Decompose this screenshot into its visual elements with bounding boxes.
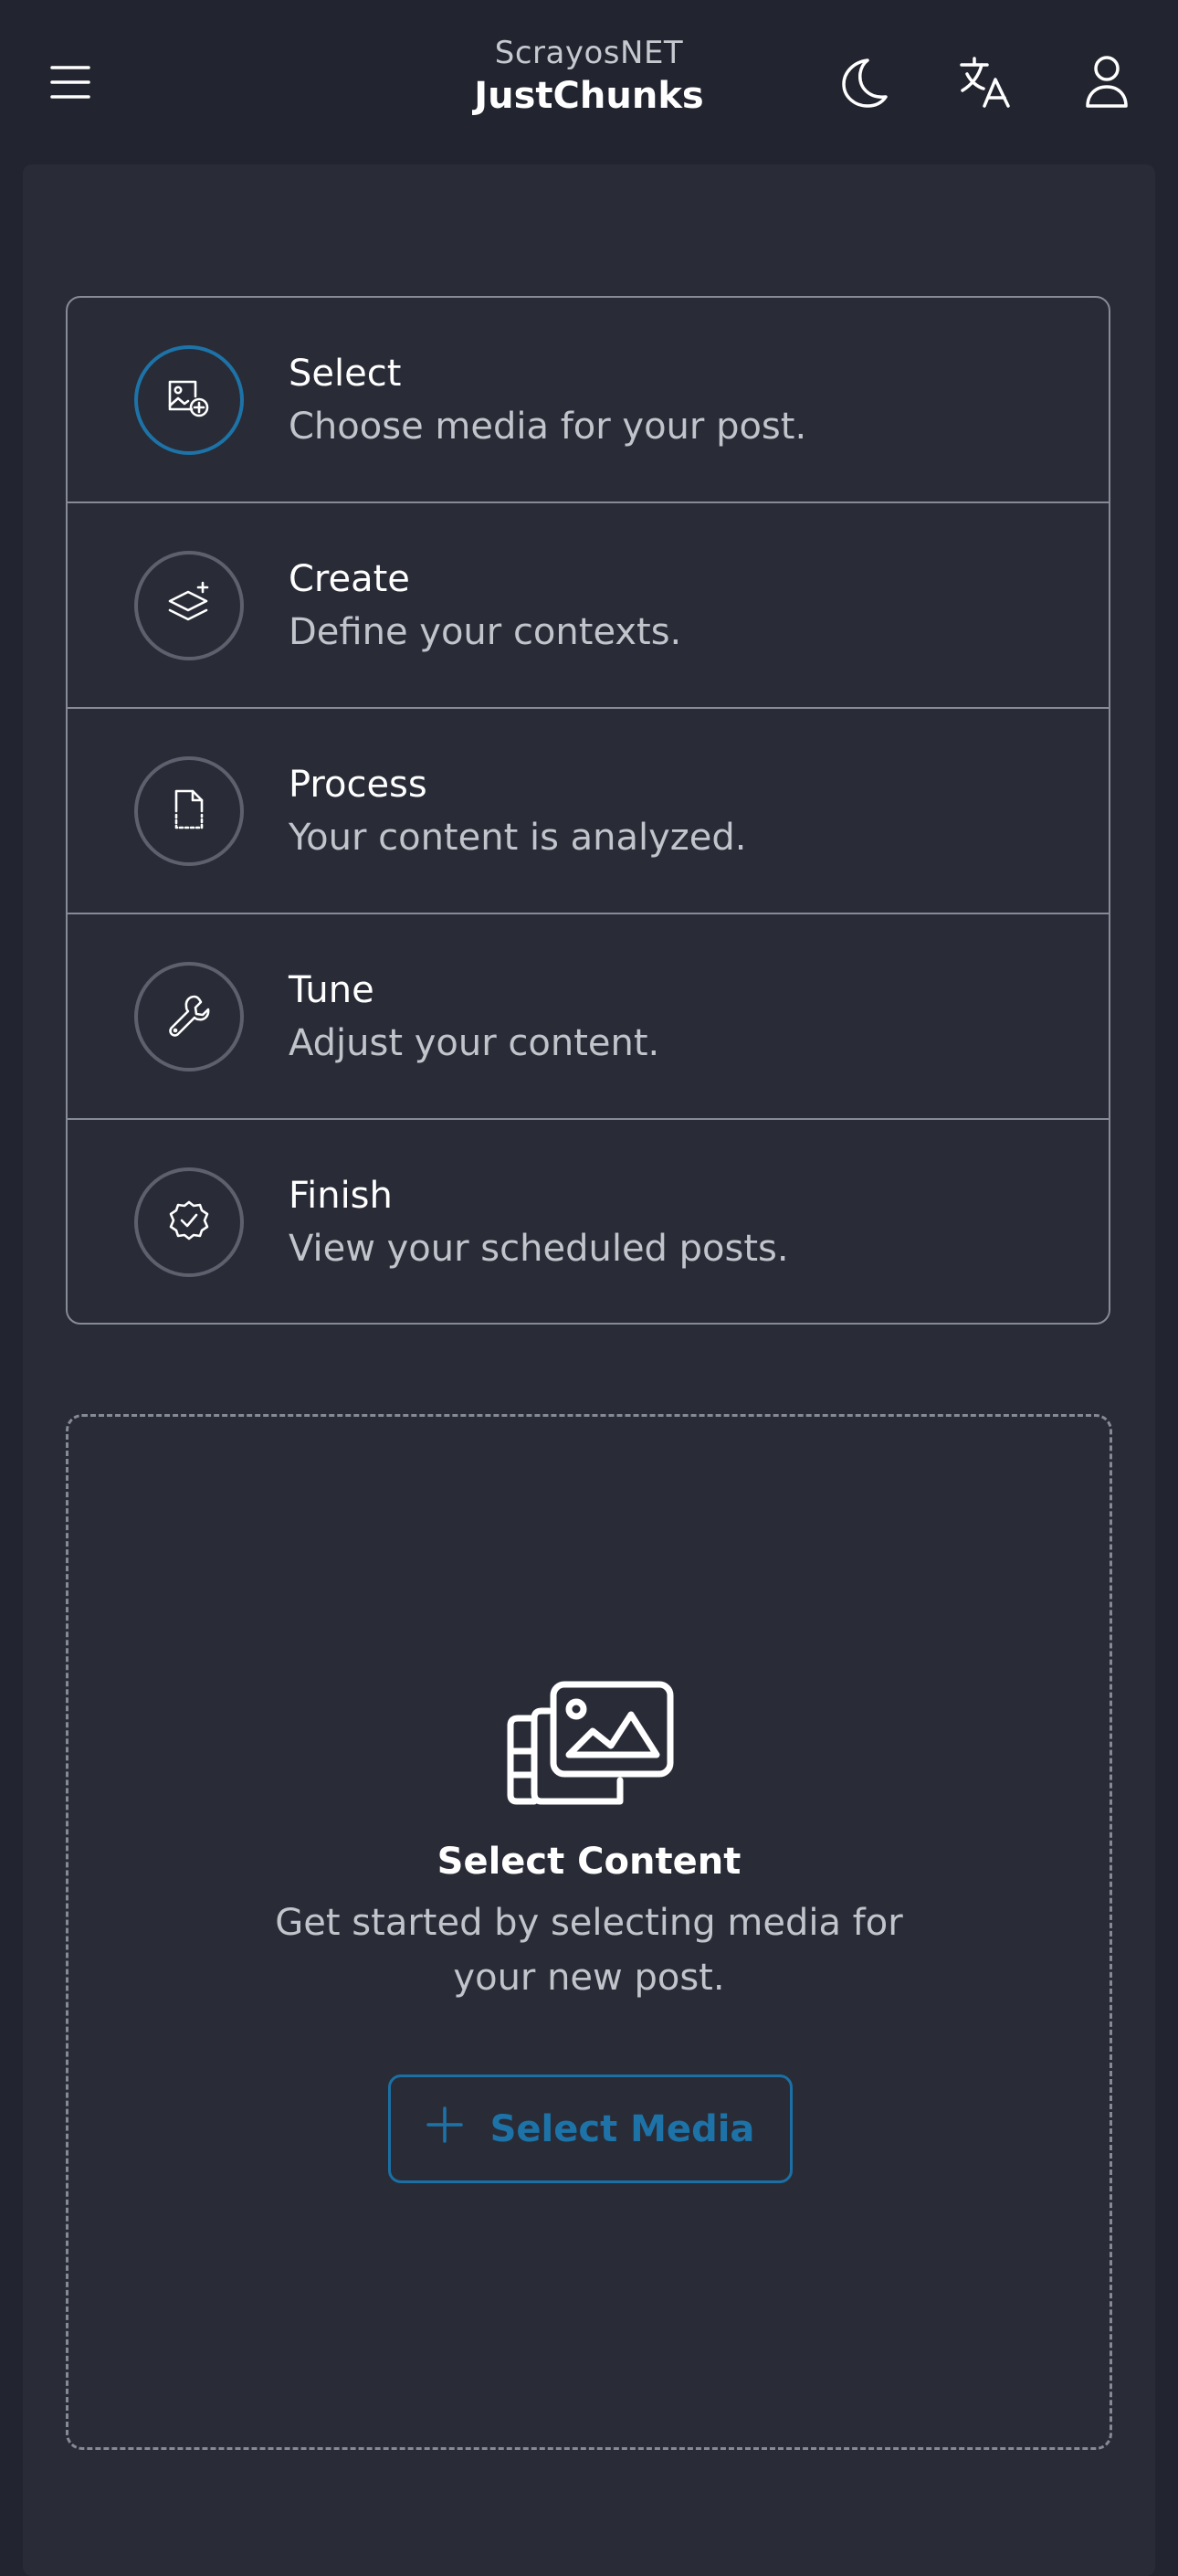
wrench-icon xyxy=(167,993,211,1040)
step-title: Tune xyxy=(289,968,374,1011)
step-select[interactable]: Select Choose media for your post. xyxy=(68,298,1109,501)
step-select-text: Select Choose media for your post. xyxy=(289,347,806,453)
step-title: Process xyxy=(289,763,427,806)
app-header: ScrayosNET JustChunks xyxy=(0,0,1178,164)
translate-icon[interactable] xyxy=(959,55,1012,110)
image-add-icon xyxy=(166,378,212,422)
step-description: View your scheduled posts. xyxy=(289,1227,789,1270)
step-create-text: Create Define your contexts. xyxy=(289,553,681,659)
dropzone-title: Select Content xyxy=(436,1841,742,1883)
step-description: Your content is analyzed. xyxy=(289,816,747,859)
step-finish-indicator xyxy=(134,1167,244,1277)
dropzone-description: Get started by selecting media for your … xyxy=(275,1902,903,1999)
step-finish-text: Finish View your scheduled posts. xyxy=(289,1169,789,1275)
user-icon[interactable] xyxy=(1083,53,1131,110)
step-create-indicator xyxy=(134,550,244,660)
media-dropzone[interactable]: Select Content Get started by selecting … xyxy=(66,1414,1112,2450)
step-title: Create xyxy=(289,557,410,600)
step-description: Adjust your content. xyxy=(289,1021,660,1064)
steps-list: Select Choose media for your post. Creat… xyxy=(66,296,1110,1325)
badge-check-icon xyxy=(168,1199,210,1245)
step-tune-text: Tune Adjust your content. xyxy=(289,964,659,1070)
moon-icon[interactable] xyxy=(838,55,889,110)
step-process-indicator xyxy=(134,755,244,866)
step-select-indicator xyxy=(134,344,244,455)
plus-icon xyxy=(426,2106,463,2152)
select-media-label: Select Media xyxy=(489,2107,755,2150)
step-process[interactable]: Process Your content is analyzed. xyxy=(68,707,1109,913)
step-description: Choose media for your post. xyxy=(289,405,807,448)
select-media-button[interactable]: Select Media xyxy=(388,2075,793,2183)
media-gallery-icon xyxy=(503,1680,677,1811)
step-tune[interactable]: Tune Adjust your content. xyxy=(68,913,1109,1118)
document-scan-icon xyxy=(171,787,207,835)
step-process-text: Process Your content is analyzed. xyxy=(289,758,747,864)
step-create[interactable]: Create Define your contexts. xyxy=(68,501,1109,707)
step-description: Define your contexts. xyxy=(289,610,682,653)
step-finish[interactable]: Finish View your scheduled posts. xyxy=(68,1118,1109,1323)
step-title: Select xyxy=(289,352,402,395)
step-title: Finish xyxy=(289,1174,393,1217)
step-tune-indicator xyxy=(134,961,244,1072)
layers-add-icon xyxy=(166,581,212,630)
